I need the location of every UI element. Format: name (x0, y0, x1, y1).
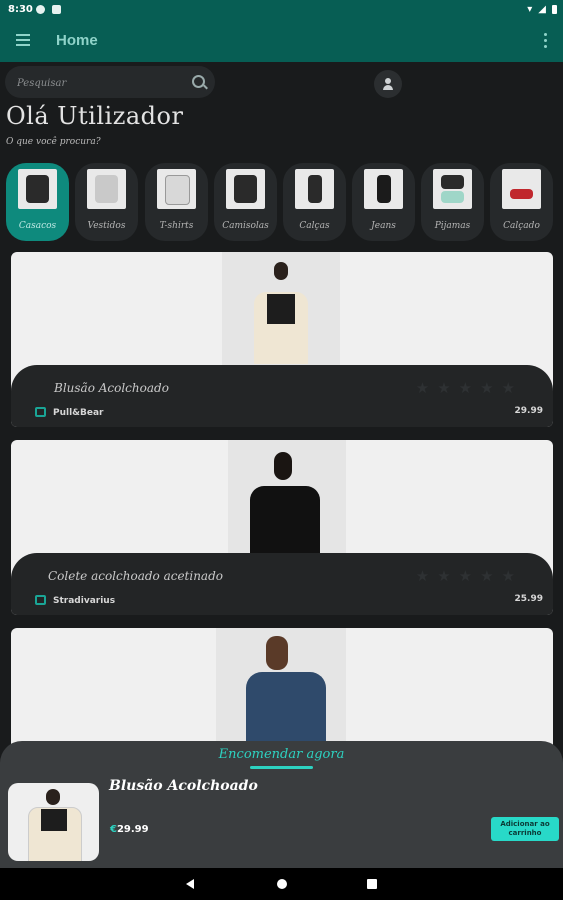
recents-icon[interactable] (367, 879, 377, 889)
app-bar: Home (0, 22, 563, 62)
shoes-image (502, 169, 541, 209)
sim-icon (52, 5, 61, 14)
category-label: Jeans (371, 221, 396, 231)
category-casacos[interactable]: Casacos (6, 163, 69, 241)
status-time: 8:30 (8, 4, 33, 15)
product-name: Colete acolchoado acetinado (48, 569, 223, 583)
category-vestidos[interactable]: Vestidos (75, 163, 138, 241)
category-calcas[interactable]: Calças (283, 163, 346, 241)
add-to-cart-button[interactable]: Adicionar ao carrinho (491, 817, 559, 841)
category-calcado[interactable]: Calçado (490, 163, 553, 241)
product-image (228, 440, 346, 553)
category-pijamas[interactable]: Pijamas (421, 163, 484, 241)
category-camisolas[interactable]: Camisolas (214, 163, 277, 241)
product-name: Blusão Acolchoado (54, 381, 169, 395)
pants-image (295, 169, 334, 209)
order-product-name: Blusão Acolchoado (109, 778, 258, 794)
user-icon[interactable] (374, 70, 402, 98)
pajamas-image (433, 169, 472, 209)
search-bar (5, 66, 215, 98)
system-nav-bar (0, 868, 563, 900)
product-price: 29.99 (514, 406, 543, 416)
category-label: T-shirts (159, 221, 194, 231)
product-price: 25.99 (514, 594, 543, 604)
sweater-image (226, 169, 265, 209)
jacket-image (18, 169, 57, 209)
currency-symbol: € (110, 824, 117, 835)
category-label: Calçado (503, 221, 540, 231)
product-image (222, 252, 340, 365)
store-name: Stradivarius (53, 596, 116, 606)
tshirt-image (157, 169, 196, 209)
category-label: Camisolas (222, 221, 269, 231)
status-bar: 8:30 ▾ ◢ (0, 0, 563, 22)
title-underline (250, 766, 313, 769)
search-input[interactable] (15, 73, 189, 93)
category-list: Casacos Vestidos T-shirts Camisolas Calç… (6, 163, 563, 241)
greeting-subtitle: O que você procura? (6, 137, 101, 147)
product-image (216, 628, 346, 741)
order-product-image (8, 783, 99, 861)
category-label: Calças (299, 221, 330, 231)
dress-image (87, 169, 126, 209)
greeting-title: Olá Utilizador (6, 102, 184, 130)
rating-stars[interactable]: ★★★★★ (416, 379, 523, 397)
store-icon (35, 407, 46, 417)
search-icon[interactable] (192, 75, 205, 88)
category-label: Vestidos (87, 221, 126, 231)
home-icon[interactable] (277, 879, 287, 889)
battery-icon (552, 5, 557, 14)
category-tshirts[interactable]: T-shirts (145, 163, 208, 241)
app-title: Home (56, 32, 98, 49)
more-vert-icon[interactable] (543, 32, 549, 50)
order-product-price: €29.99 (110, 824, 149, 835)
product-info-panel: Colete acolchoado acetinado ★★★★★ Stradi… (11, 553, 553, 615)
order-bottom-sheet: Encomendar agora Blusão Acolchoado €29.9… (0, 741, 563, 868)
menu-icon[interactable] (16, 34, 34, 48)
product-card[interactable]: Blusão Acolchoado ★★★★★ Pull&Bear 29.99 (11, 252, 553, 427)
rating-stars[interactable]: ★★★★★ (416, 567, 523, 585)
category-label: Casacos (18, 221, 57, 231)
wifi-icon: ▾ (527, 4, 533, 15)
store-name: Pull&Bear (53, 408, 104, 418)
product-card[interactable]: Colete acolchoado acetinado ★★★★★ Stradi… (11, 440, 553, 615)
jeans-image (364, 169, 403, 209)
order-sheet-title: Encomendar agora (218, 747, 345, 762)
app-notification-icon (36, 5, 45, 14)
category-jeans[interactable]: Jeans (352, 163, 415, 241)
signal-icon: ◢ (538, 4, 546, 15)
back-icon[interactable] (186, 879, 194, 889)
category-label: Pijamas (434, 221, 471, 231)
price-value: 29.99 (116, 824, 149, 835)
product-info-panel: Blusão Acolchoado ★★★★★ Pull&Bear 29.99 (11, 365, 553, 427)
store-icon (35, 595, 46, 605)
